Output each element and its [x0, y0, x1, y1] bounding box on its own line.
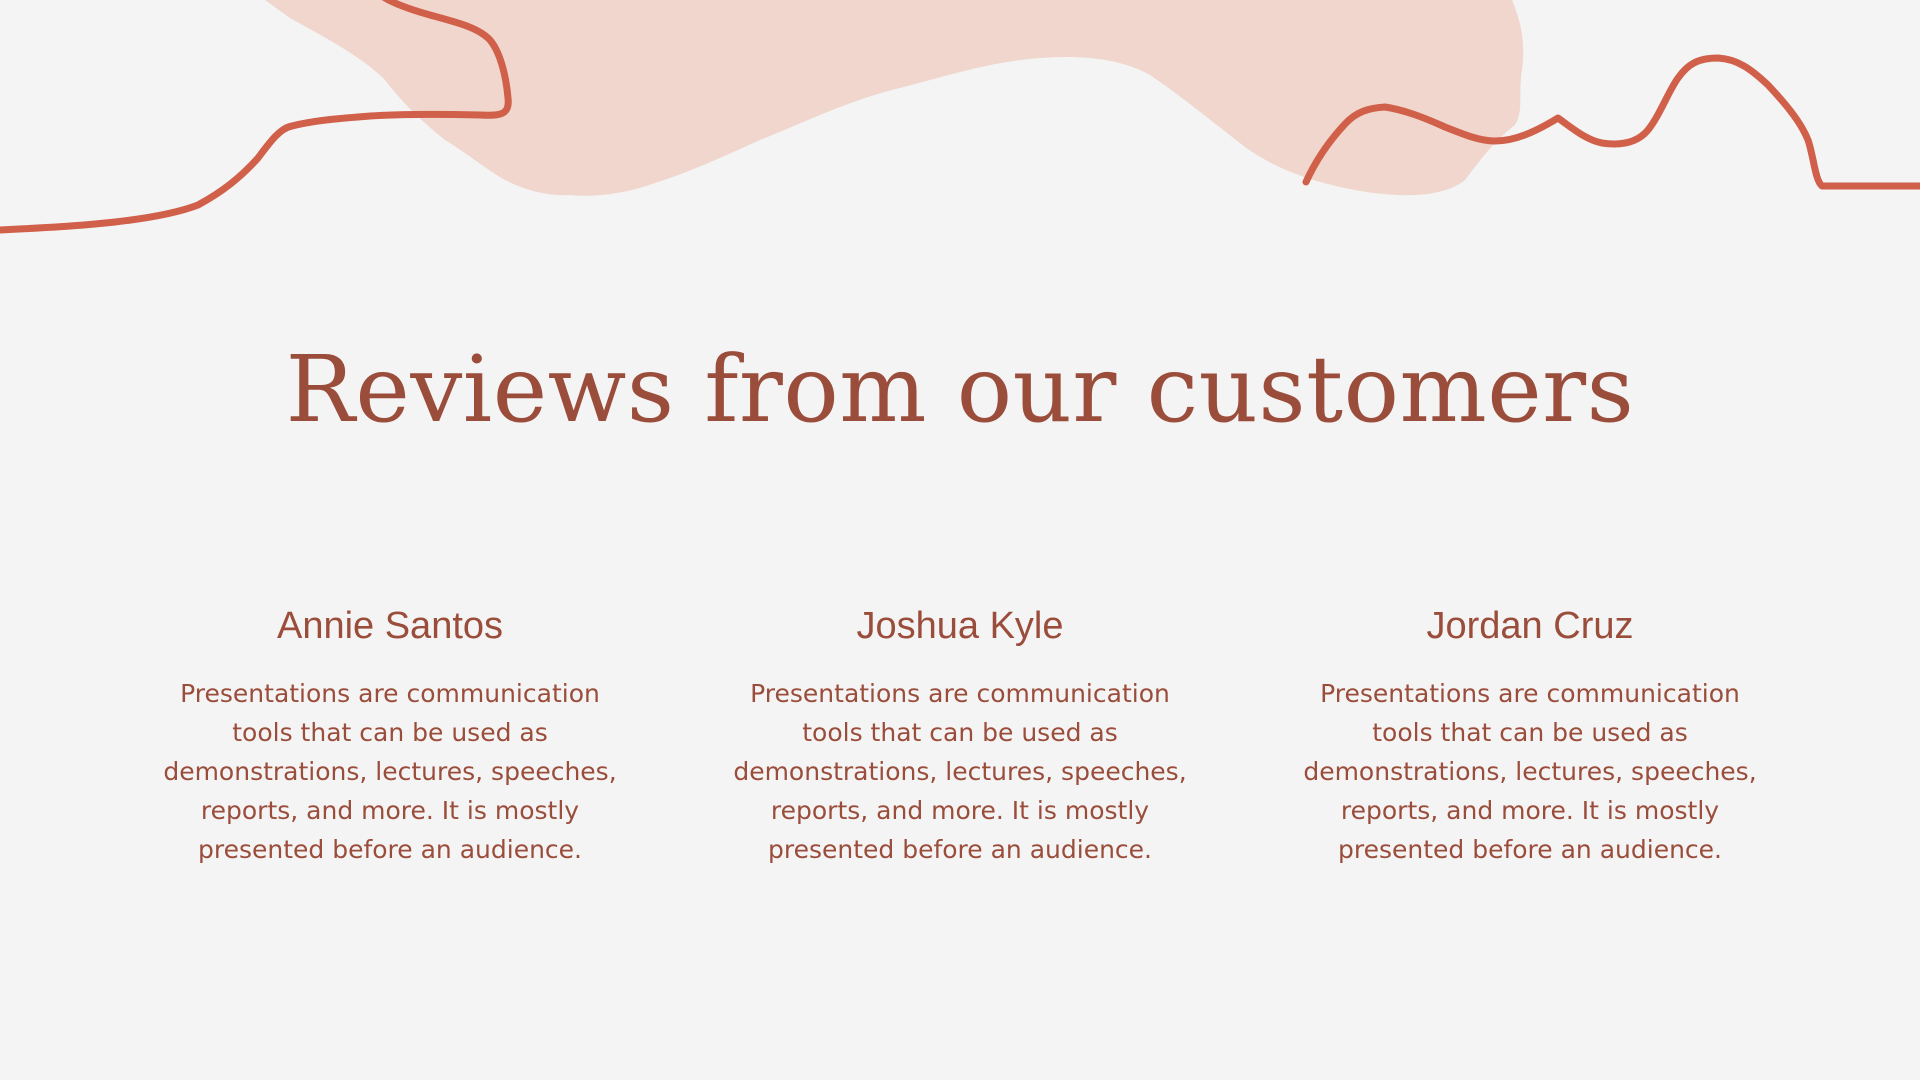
- page-title: Reviews from our customers: [285, 336, 1635, 443]
- review-card: Jordan Cruz Presentations are communicat…: [1280, 598, 1780, 869]
- reviewer-name: Jordan Cruz: [1426, 605, 1634, 647]
- review-card: Annie Santos Presentations are communica…: [140, 598, 640, 869]
- decorative-top-shapes: [0, 0, 1920, 234]
- review-card: Joshua Kyle Presentations are communicat…: [710, 598, 1210, 869]
- slide: Reviews from our customers Annie Santos …: [0, 0, 1920, 1080]
- review-text: Presentations are communication tools th…: [733, 679, 1187, 864]
- right-brush-stroke: [1302, 54, 1920, 190]
- reviewer-name: Annie Santos: [276, 605, 504, 647]
- review-text: Presentations are communication tools th…: [1303, 679, 1757, 864]
- blush-blob-shape: [265, 0, 1524, 196]
- reviewer-name: Joshua Kyle: [856, 605, 1064, 647]
- left-brush-stroke: [0, 0, 512, 234]
- review-text: Presentations are communication tools th…: [163, 679, 617, 864]
